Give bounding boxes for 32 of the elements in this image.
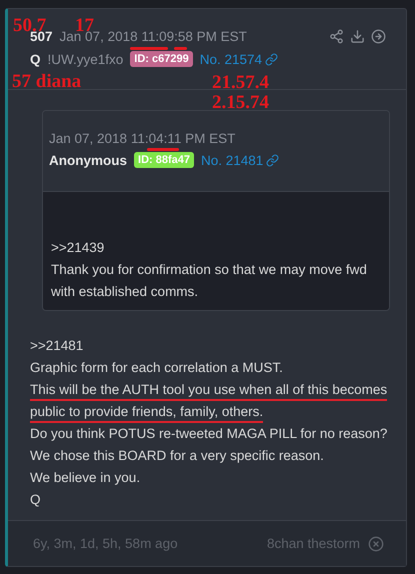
post-text-line: We chose this BOARD for a very specific reason. — [30, 447, 324, 465]
post-age: 6y, 3m, 1d, 5h, 58m ago — [33, 536, 178, 551]
annotation-text: 2.15.74 — [212, 93, 269, 113]
share-icon[interactable] — [329, 29, 344, 44]
quote-date: Jan 07, 2018 11:04:11 PM EST — [49, 131, 236, 146]
annotation-underline — [174, 47, 187, 50]
post-text-line: This will be the AUTH tool you use when all of this becomes — [30, 381, 388, 401]
id-badge: ID: 88fa47 — [134, 152, 194, 168]
tripcode: !UW.yye1fxo — [48, 52, 124, 66]
arrow-right-icon[interactable] — [371, 29, 386, 44]
link-icon[interactable] — [265, 52, 278, 66]
id-badge: ID: c67299 — [130, 51, 193, 67]
post-text-line: public to provide friends, family, others. — [30, 403, 264, 423]
post-text-line: Do you think POTUS re-tweeted MAGA PILL for no reason? — [30, 425, 388, 443]
close-icon[interactable] — [368, 536, 384, 552]
annotation-underline — [147, 148, 179, 151]
post-text-line: Q — [30, 491, 41, 509]
annotation-text: 21.57.4 — [212, 73, 269, 93]
download-icon[interactable] — [350, 29, 365, 44]
author-name: Q — [30, 52, 41, 66]
post-text-line: >>21481 — [30, 337, 84, 355]
post-source: 8chan thestorm — [266, 536, 360, 551]
link-icon[interactable] — [266, 154, 280, 166]
quote-number-link[interactable]: No. 21481 — [201, 152, 264, 168]
annotation-underline — [130, 47, 168, 50]
annotation-text: 57 diana — [12, 72, 82, 92]
quote-author: Anonymous — [49, 152, 128, 168]
post-text-line: Graphic form for each correlation a MUST. — [30, 359, 283, 377]
post-number-link[interactable]: No. 21574 — [200, 52, 262, 66]
quote-text-line: >>21439 — [51, 239, 106, 257]
post-text-line: We believe in you. — [30, 469, 140, 487]
quote-text-line: Thank you for confirmation so that we may move fwd with established comms. — [51, 261, 368, 301]
